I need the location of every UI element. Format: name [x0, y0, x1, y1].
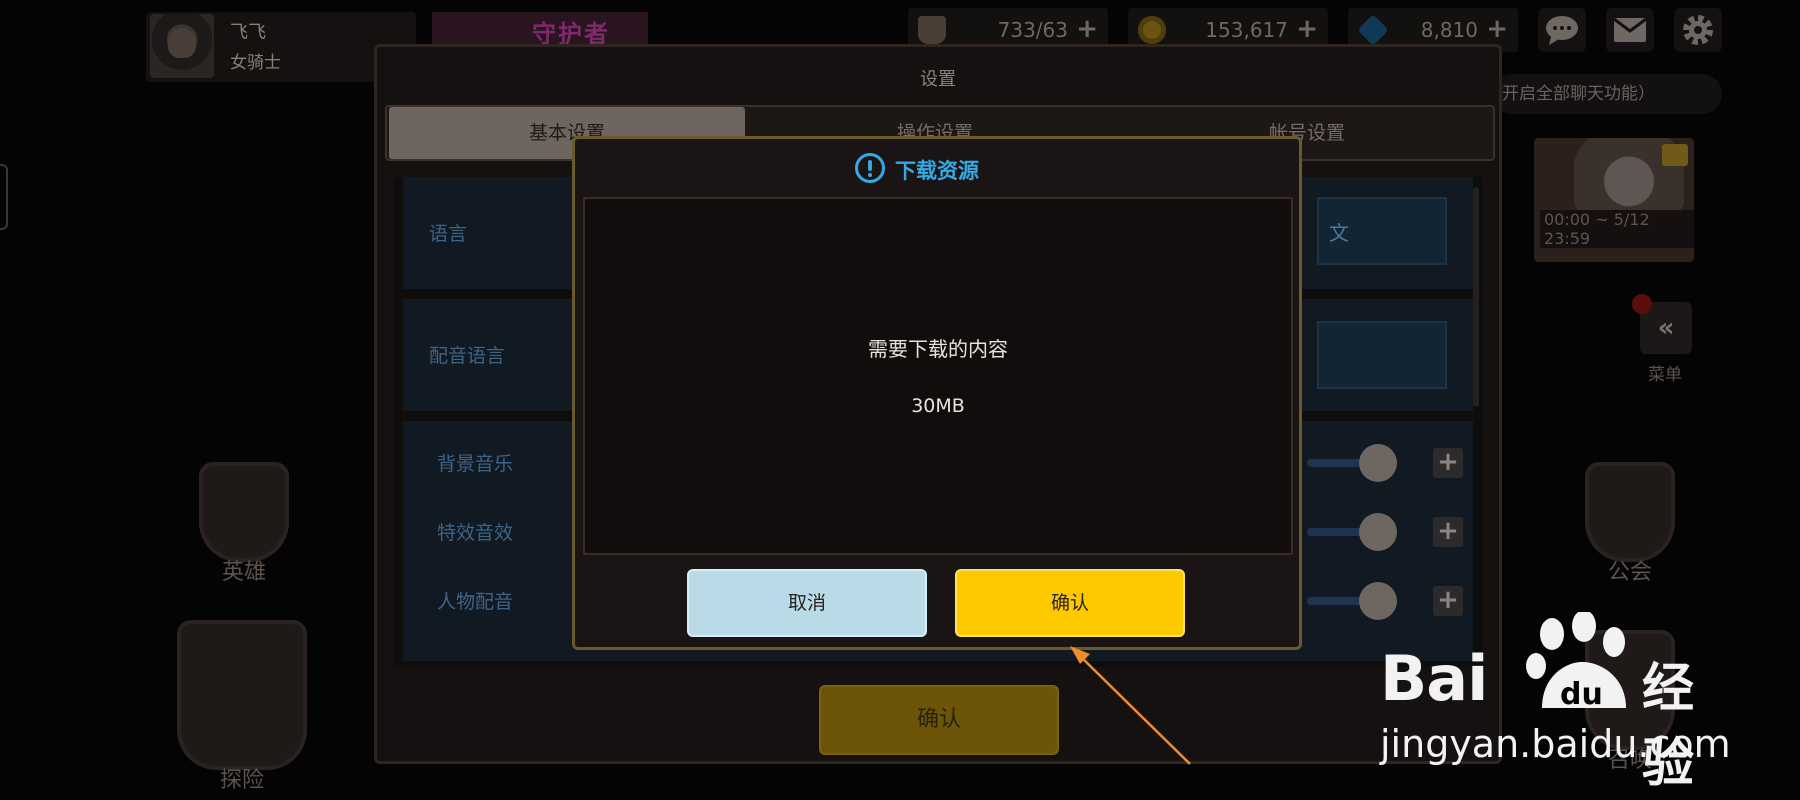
notification-dot	[1632, 294, 1652, 314]
avatar	[150, 14, 214, 78]
add-gems-button[interactable]: +	[1486, 14, 1508, 44]
dialog-title: 下载资源	[895, 159, 979, 183]
sfx-label: 特效音效	[437, 522, 514, 544]
settings-confirm-button[interactable]: 确认	[819, 685, 1059, 755]
watermark-brand: Bai	[1380, 642, 1488, 715]
explore-emblem-icon	[177, 620, 307, 770]
voice-language-label: 配音语言	[429, 345, 506, 367]
settings-title: 设置	[920, 69, 956, 90]
watermark-url: jingyan.baidu.com	[1380, 722, 1731, 766]
cancel-button[interactable]: 取消	[687, 569, 927, 637]
stamina-value: 733/63	[997, 18, 1068, 42]
character-voice-plus-button[interactable]: +	[1433, 586, 1463, 616]
sfx-plus-button[interactable]: +	[1433, 517, 1463, 547]
crown-icon	[1662, 144, 1688, 166]
event-promo-banner[interactable]: 00:00 ~ 5/12 23:59	[1534, 138, 1694, 262]
chat-bubble-icon[interactable]	[1538, 8, 1586, 52]
left-drawer-handle[interactable]	[0, 164, 8, 230]
download-size: 30MB	[911, 395, 965, 417]
dialog-message: 需要下载的内容	[868, 337, 1008, 361]
add-gold-button[interactable]: +	[1296, 14, 1318, 44]
coffee-icon	[918, 16, 946, 44]
banner-time: 00:00 ~ 5/12 23:59	[1540, 210, 1694, 248]
sfx-slider-knob[interactable]	[1359, 513, 1397, 551]
mail-icon[interactable]	[1606, 8, 1654, 52]
event-banner-text: 守护者	[532, 20, 610, 48]
nav-hero[interactable]: 英雄	[194, 462, 294, 586]
nav-hero-label: 英雄	[221, 560, 266, 585]
add-stamina-button[interactable]: +	[1076, 14, 1098, 44]
watermark-jingyan: 经验	[1642, 659, 1695, 794]
player-class: 女骑士	[230, 53, 281, 73]
bgm-slider-knob[interactable]	[1359, 444, 1397, 482]
watermark-du: du	[1560, 677, 1603, 712]
bgm-plus-button[interactable]: +	[1433, 448, 1463, 478]
coin-icon	[1138, 16, 1166, 44]
language-value: 文	[1329, 221, 1349, 245]
gem-value: 8,810	[1420, 18, 1478, 42]
event-banner[interactable]: 守护者	[432, 12, 648, 48]
character-voice-label: 人物配音	[437, 591, 514, 613]
nav-guild[interactable]: 公会	[1580, 462, 1680, 586]
confirm-button[interactable]: 确认	[955, 569, 1185, 637]
player-name: 飞飞	[230, 22, 266, 43]
nav-explore[interactable]: 探险	[170, 620, 314, 794]
settings-scrollbar[interactable]	[1473, 187, 1479, 407]
nav-guild-label: 公会	[1607, 560, 1652, 585]
menu-label: 菜单	[1648, 365, 1682, 385]
language-select[interactable]: 文	[1317, 197, 1447, 265]
game-screen: { "player": { "name": "飞飞", "class": "女骑…	[0, 0, 1800, 800]
gear-icon[interactable]	[1674, 8, 1722, 52]
gold-value: 153,617	[1205, 18, 1288, 42]
nav-explore-label: 探险	[219, 768, 264, 793]
paw-icon: du	[1526, 612, 1626, 712]
character-voice-slider-knob[interactable]	[1359, 582, 1397, 620]
diamond-icon	[1357, 14, 1389, 46]
dialog-header: 下载资源	[575, 139, 1299, 195]
language-label: 语言	[429, 223, 468, 245]
guild-emblem-icon	[1585, 462, 1675, 562]
dialog-content: 需要下载的内容 30MB	[583, 197, 1293, 555]
bgm-label: 背景音乐	[437, 453, 514, 475]
info-icon	[855, 153, 885, 183]
voice-language-select[interactable]	[1317, 321, 1447, 389]
download-dialog: 下载资源 需要下载的内容 30MB 取消 确认	[572, 136, 1302, 650]
hero-emblem-icon	[199, 462, 289, 562]
chat-bar[interactable]: 开启全部聊天功能）	[1492, 74, 1722, 114]
